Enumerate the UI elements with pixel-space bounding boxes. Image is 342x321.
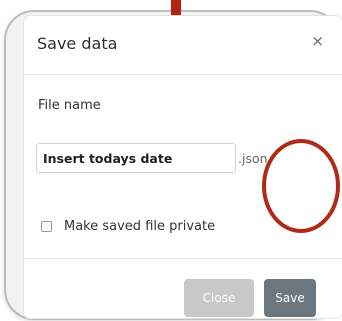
close-icon[interactable]: × (311, 32, 324, 50)
screenshot-stage: Save data × File name .json Make saved f… (0, 0, 342, 321)
file-name-input[interactable] (36, 143, 236, 173)
close-button[interactable]: Close (184, 279, 254, 317)
file-name-label: File name (38, 98, 101, 113)
dialog-header: Save data × (24, 16, 342, 75)
private-checkbox-label[interactable]: Make saved file private (64, 219, 215, 234)
dialog-title: Save data (37, 34, 118, 53)
save-button[interactable]: Save (264, 279, 316, 317)
save-data-dialog: Save data × File name .json Make saved f… (24, 16, 342, 318)
file-extension: .json (238, 151, 268, 166)
private-checkbox[interactable] (41, 221, 52, 232)
